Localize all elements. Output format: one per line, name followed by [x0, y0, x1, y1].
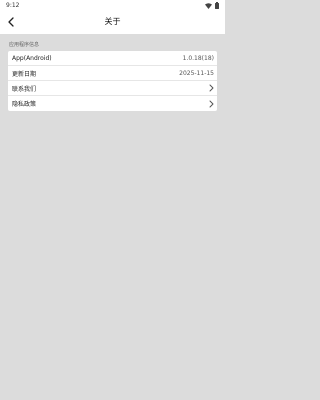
app-version-value: 1.0.18(18)	[182, 54, 214, 62]
chevron-right-icon	[209, 84, 214, 92]
update-date-row: 更新日期 2025-11-15	[8, 66, 217, 81]
privacy-policy-label: 隐私政策	[12, 101, 37, 108]
update-date-label: 更新日期	[12, 70, 37, 78]
status-bar: 9:12	[0, 0, 225, 11]
page-title: 关于	[104, 17, 121, 26]
battery-icon	[215, 2, 219, 9]
app-version-label: App(Android)	[12, 54, 52, 62]
wifi-icon	[205, 2, 212, 9]
chevron-right-icon	[209, 100, 214, 108]
update-date-value: 2025-11-15	[179, 69, 214, 77]
nav-bar: 关于	[0, 11, 225, 32]
status-time: 9:12	[6, 2, 20, 9]
info-list: App(Android) 1.0.18(18) 更新日期 2025-11-15 …	[8, 51, 217, 111]
contact-us-label: 联系我们	[12, 85, 37, 93]
top-bar: 9:12 关于	[0, 0, 225, 34]
section-header: 应用程序信息	[9, 42, 40, 48]
contact-us-row[interactable]: 联系我们	[8, 81, 217, 96]
app-version-row: App(Android) 1.0.18(18)	[8, 51, 217, 66]
privacy-policy-row[interactable]: 隐私政策	[8, 96, 217, 111]
status-icons	[205, 2, 219, 9]
